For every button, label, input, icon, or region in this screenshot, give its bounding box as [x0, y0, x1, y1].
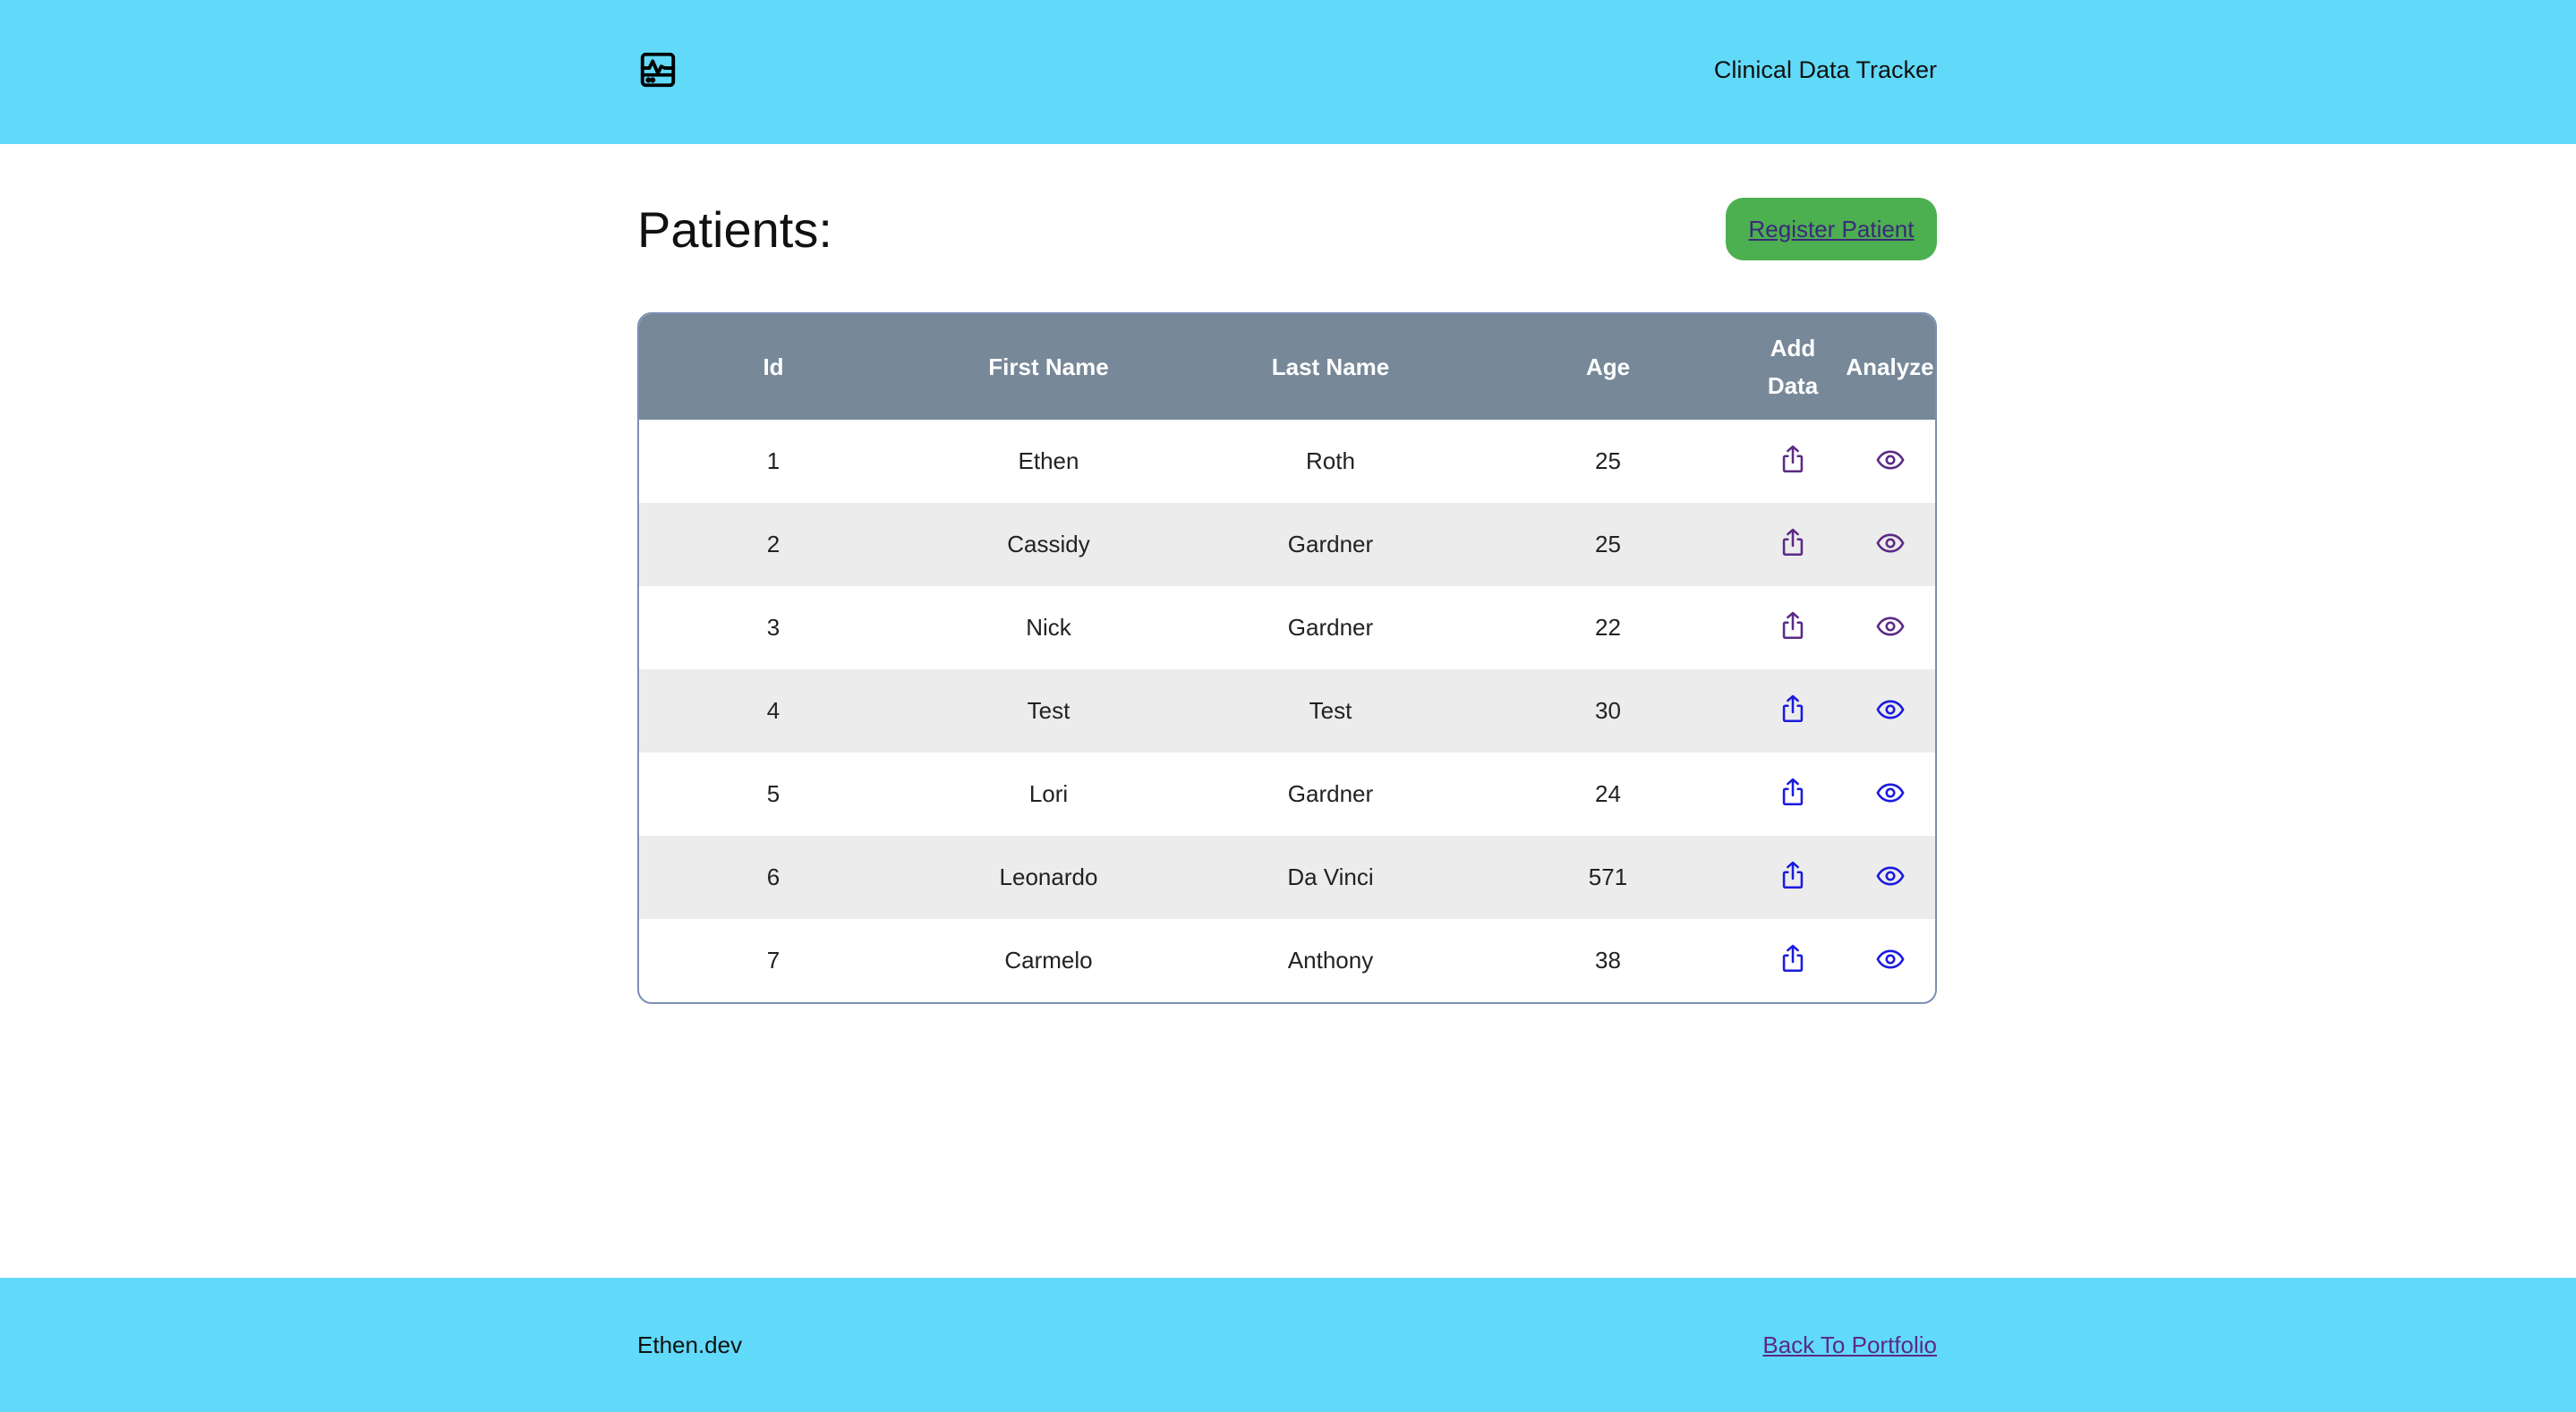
footer: Ethen.dev Back To Portfolio [0, 1278, 2576, 1412]
header-id: Id [763, 353, 784, 380]
eye-icon[interactable] [1872, 692, 1908, 727]
table-row: 7 Carmelo Anthony 38 [639, 919, 1935, 1002]
cell-last-name: Gardner [1287, 614, 1374, 641]
cell-id: 4 [766, 697, 780, 724]
header-analyze: Analyze [1846, 353, 1934, 380]
cell-add-data [1744, 753, 1841, 836]
header-first-name: First Name [988, 353, 1109, 380]
patients-table: Id First Name Last Name Age Add Data Ana… [637, 312, 1937, 1004]
header-inner: Clinical Data Tracker [637, 0, 1937, 144]
cell-last-name: Da Vinci [1287, 863, 1374, 890]
cell-id: 3 [766, 614, 780, 641]
header-last-name: Last Name [1271, 353, 1390, 380]
cell-analyze [1841, 420, 1935, 503]
cell-last-name: Gardner [1287, 531, 1374, 557]
top-header: Clinical Data Tracker [0, 0, 2576, 144]
share-upload-icon[interactable] [1775, 941, 1811, 977]
cell-first-name: Lori [1028, 780, 1069, 807]
cell-analyze [1841, 669, 1935, 753]
eye-icon[interactable] [1872, 442, 1908, 478]
cell-first-name: Carmelo [1004, 947, 1093, 974]
cell-first-name: Ethen [1018, 447, 1079, 474]
cell-age: 38 [1595, 947, 1621, 974]
back-to-portfolio-link[interactable]: Back To Portfolio [1762, 1331, 1937, 1359]
eye-icon[interactable] [1872, 775, 1908, 811]
share-upload-icon[interactable] [1775, 775, 1811, 811]
share-upload-icon[interactable] [1775, 442, 1811, 478]
cell-last-name: Test [1309, 697, 1352, 724]
cell-analyze [1841, 586, 1935, 669]
cell-age: 25 [1595, 447, 1621, 474]
title-row: Patients: Register Patient [637, 198, 1937, 260]
cell-add-data [1744, 503, 1841, 586]
table-row: 6 Leonardo Da Vinci 571 [639, 836, 1935, 919]
cell-add-data [1744, 586, 1841, 669]
page-title: Patients: [637, 200, 832, 258]
register-patient-button[interactable]: Register Patient [1726, 198, 1937, 260]
cell-id: 6 [766, 863, 780, 890]
cell-age: 571 [1588, 863, 1628, 890]
monitor-chart-icon[interactable] [637, 47, 678, 92]
cell-last-name: Gardner [1287, 780, 1374, 807]
cell-last-name: Anthony [1287, 947, 1374, 974]
cell-id: 1 [766, 447, 780, 474]
eye-icon[interactable] [1872, 525, 1908, 561]
app-title: Clinical Data Tracker [1713, 56, 1937, 83]
cell-first-name: Leonardo [999, 863, 1098, 890]
cell-first-name: Nick [1026, 614, 1071, 641]
eye-icon[interactable] [1872, 941, 1908, 977]
eye-icon[interactable] [1872, 608, 1908, 644]
table-row: 3 Nick Gardner 22 [639, 586, 1935, 669]
cell-first-name: Test [1027, 697, 1070, 724]
cell-analyze [1841, 836, 1935, 919]
table-header-row: Id First Name Last Name Age Add Data Ana… [639, 314, 1935, 420]
footer-brand: Ethen.dev [637, 1331, 743, 1358]
cell-add-data [1744, 420, 1841, 503]
share-upload-icon[interactable] [1775, 608, 1811, 644]
cell-id: 7 [766, 947, 780, 974]
table-body: 1 Ethen Roth 25 2 Cassidy Gardner 25 3 Nick Gardne… [639, 420, 1935, 1002]
cell-add-data [1744, 919, 1841, 1002]
header-age: Age [1585, 353, 1631, 380]
cell-age: 25 [1595, 531, 1621, 557]
cell-add-data [1744, 836, 1841, 919]
cell-add-data [1744, 669, 1841, 753]
eye-icon[interactable] [1872, 858, 1908, 894]
table-row: 5 Lori Gardner 24 [639, 753, 1935, 836]
cell-first-name: Cassidy [1007, 531, 1090, 557]
cell-analyze [1841, 919, 1935, 1002]
cell-id: 5 [766, 780, 780, 807]
cell-analyze [1841, 753, 1935, 836]
cell-age: 22 [1595, 614, 1621, 641]
share-upload-icon[interactable] [1775, 858, 1811, 894]
footer-inner: Ethen.dev Back To Portfolio [637, 1278, 1937, 1412]
header-add-data-line2: Data [1767, 372, 1819, 399]
cell-analyze [1841, 503, 1935, 586]
share-upload-icon[interactable] [1775, 692, 1811, 727]
cell-age: 30 [1595, 697, 1621, 724]
table-row: 4 Test Test 30 [639, 669, 1935, 753]
cell-last-name: Roth [1306, 447, 1355, 474]
header-add-data: Add Data [1744, 314, 1841, 420]
share-upload-icon[interactable] [1775, 525, 1811, 561]
cell-id: 2 [766, 531, 780, 557]
table-row: 1 Ethen Roth 25 [639, 420, 1935, 503]
cell-age: 24 [1595, 780, 1621, 807]
header-add-data-line1: Add [1770, 335, 1816, 362]
table-row: 2 Cassidy Gardner 25 [639, 503, 1935, 586]
